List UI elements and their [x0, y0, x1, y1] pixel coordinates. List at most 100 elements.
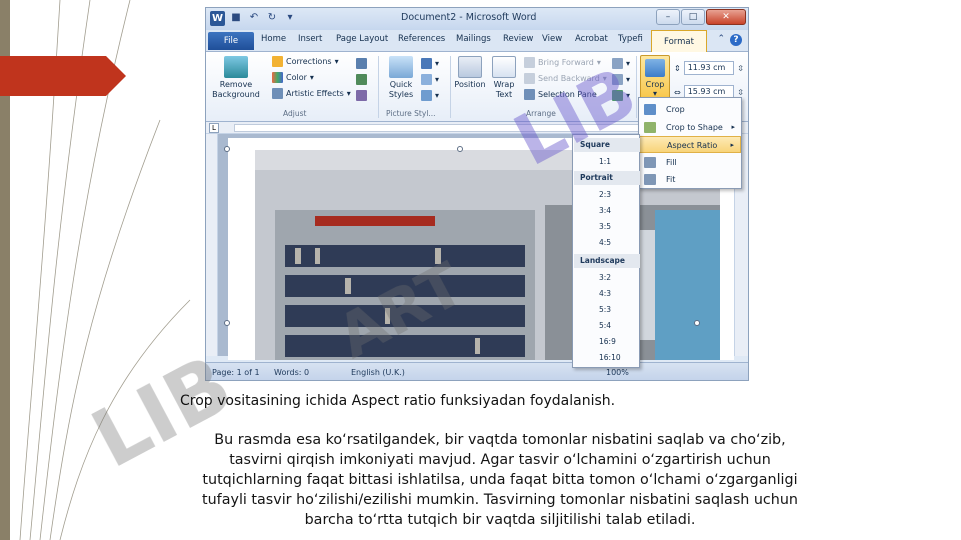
corrections-icon: [272, 56, 283, 67]
paragraph-line: barcha to‘rtta tutqich bir vaqtda siljit…: [304, 512, 696, 528]
tab-typefi[interactable]: Typefi: [618, 34, 643, 44]
tab-home[interactable]: Home: [261, 34, 286, 44]
corrections-label: Corrections: [286, 57, 332, 66]
ratio-16-9[interactable]: 16:9: [573, 334, 639, 350]
reset-picture-button[interactable]: [356, 90, 367, 101]
ratio-2-3[interactable]: 2:3: [573, 187, 639, 203]
fill-icon: [644, 157, 656, 168]
artistic-effects-label: Artistic Effects: [286, 89, 344, 98]
group-button[interactable]: ▾: [612, 74, 630, 85]
help-icon[interactable]: ?: [730, 34, 742, 46]
resize-handle-right[interactable]: [694, 320, 700, 326]
send-backward-icon: [524, 73, 535, 84]
tab-page-layout[interactable]: Page Layout: [336, 34, 388, 44]
wrap-text-label: Wrap Text: [493, 80, 515, 99]
crop-button[interactable]: Crop ▾: [640, 55, 670, 103]
remove-background-button[interactable]: Remove Background: [210, 56, 262, 100]
selection-pane-label: Selection Pane: [538, 90, 597, 99]
send-backward-button[interactable]: Send Backward ▾: [524, 73, 607, 84]
spinner-icon[interactable]: ⇳: [737, 64, 744, 73]
change-picture-icon: [356, 74, 367, 85]
tab-format[interactable]: Format: [651, 30, 707, 52]
ratio-1-1[interactable]: 1:1: [573, 154, 639, 170]
bring-forward-button[interactable]: Bring Forward ▾: [524, 57, 601, 68]
paragraph-line: Bu rasmda esa ko‘rsatilgandek, bir vaqtd…: [214, 432, 786, 448]
menu-item-crop-to-shape[interactable]: Crop to Shape ▸: [639, 119, 741, 136]
menu-item-label: Crop: [666, 105, 685, 114]
menu-item-label: Fill: [666, 158, 677, 167]
save-icon[interactable]: ■: [230, 12, 242, 24]
tab-selector[interactable]: L: [209, 123, 219, 133]
menu-item-fit[interactable]: Fit: [639, 171, 741, 188]
spinner-icon[interactable]: ⇳: [737, 88, 744, 97]
compress-pictures-button[interactable]: [356, 58, 367, 69]
redo-icon[interactable]: ↻: [266, 12, 278, 24]
undo-icon[interactable]: ↶: [248, 12, 260, 24]
picture-effects-icon: [421, 74, 432, 85]
word-count[interactable]: Words: 0: [274, 368, 309, 377]
maximize-button[interactable]: □: [681, 9, 705, 25]
zoom-level[interactable]: 100%: [606, 368, 629, 377]
tab-view[interactable]: View: [542, 34, 562, 44]
reset-picture-icon: [356, 90, 367, 101]
ratio-4-3[interactable]: 4:3: [573, 286, 639, 302]
menu-item-label: Fit: [666, 175, 676, 184]
language-indicator[interactable]: English (U.K.): [351, 368, 405, 377]
resize-handle-left[interactable]: [224, 320, 230, 326]
crop-icon: [644, 104, 656, 115]
height-field[interactable]: ⇕ 11.93 cm ⇳: [674, 60, 744, 76]
minimize-button[interactable]: –: [656, 9, 680, 25]
tab-acrobat[interactable]: Acrobat: [575, 34, 608, 44]
remove-background-label: Remove Background: [212, 80, 260, 99]
paragraph-line: tufayli tasvir ho‘zilishi/ezilishi mumki…: [202, 492, 798, 508]
ratio-3-4[interactable]: 3:4: [573, 203, 639, 219]
ratio-5-3[interactable]: 5:3: [573, 302, 639, 318]
chevron-down-icon: ▾: [334, 57, 339, 66]
picture-border-button[interactable]: ▾: [421, 58, 439, 69]
wrap-text-button[interactable]: Wrap Text: [490, 56, 518, 100]
quick-styles-button[interactable]: Quick Styles: [384, 56, 418, 100]
artistic-effects-button[interactable]: Artistic Effects ▾: [272, 88, 351, 99]
menu-item-crop[interactable]: Crop: [639, 101, 741, 118]
group-icon: [612, 74, 623, 85]
height-input[interactable]: 11.93 cm: [683, 61, 735, 75]
tab-file[interactable]: File: [208, 32, 254, 50]
change-picture-button[interactable]: [356, 74, 367, 85]
picture-layout-button[interactable]: ▾: [421, 90, 439, 101]
quick-styles-label: Quick Styles: [388, 80, 414, 99]
ratio-3-5[interactable]: 3:5: [573, 219, 639, 235]
selection-pane-icon: [524, 89, 535, 100]
page-count[interactable]: Page: 1 of 1: [212, 368, 260, 377]
rotate-button[interactable]: ▾: [612, 90, 630, 101]
ribbon-minimize-icon[interactable]: ⌃: [717, 34, 725, 46]
ratio-16-10[interactable]: 16:10: [573, 350, 639, 366]
bring-forward-label: Bring Forward: [538, 58, 594, 67]
window-controls: – □ ✕: [656, 9, 746, 25]
menu-item-aspect-ratio[interactable]: Aspect Ratio ▸: [639, 136, 741, 153]
tab-insert[interactable]: Insert: [298, 34, 322, 44]
ratio-5-4[interactable]: 5:4: [573, 318, 639, 334]
resize-handle-top-left[interactable]: [224, 146, 230, 152]
ratio-3-2[interactable]: 3:2: [573, 270, 639, 286]
bring-forward-icon: [524, 57, 535, 68]
resize-handle-top[interactable]: [457, 146, 463, 152]
tab-references[interactable]: References: [398, 34, 445, 44]
customize-qat-icon[interactable]: ▾: [284, 12, 296, 24]
ratio-4-5[interactable]: 4:5: [573, 235, 639, 251]
menu-item-label: Crop to Shape: [666, 123, 723, 132]
corrections-button[interactable]: Corrections ▾: [272, 56, 339, 67]
paragraph-line: tasvirni qirqish imkoniyati mavjud. Agar…: [229, 452, 771, 468]
color-button[interactable]: Color ▾: [272, 72, 314, 83]
status-bar: Page: 1 of 1 Words: 0 English (U.K.) 100…: [206, 362, 748, 380]
menu-item-fill[interactable]: Fill: [639, 154, 741, 171]
tab-mailings[interactable]: Mailings: [456, 34, 491, 44]
word-screenshot: W ■ ↶ ↻ ▾ Document2 - Microsoft Word – □…: [205, 7, 749, 381]
align-icon: [612, 58, 623, 69]
color-label: Color: [286, 73, 307, 82]
close-button[interactable]: ✕: [706, 9, 746, 25]
tab-review[interactable]: Review: [503, 34, 533, 44]
picture-effects-button[interactable]: ▾: [421, 74, 439, 85]
align-button[interactable]: ▾: [612, 58, 630, 69]
selection-pane-button[interactable]: Selection Pane: [524, 89, 597, 100]
position-button[interactable]: Position: [452, 56, 488, 90]
